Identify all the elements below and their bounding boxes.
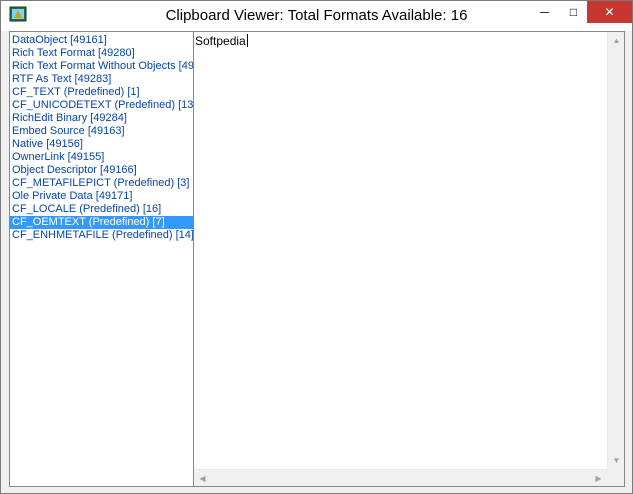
close-icon: ✕ — [604, 5, 615, 19]
format-list-item[interactable]: Object Descriptor [49166] — [10, 164, 193, 177]
minimize-icon: ─ — [540, 5, 549, 19]
maximize-button[interactable]: □ — [560, 1, 587, 23]
content-viewer[interactable]: Softpedia ▲ ▼ ◀ ▶ — [194, 31, 625, 487]
triangle-up-icon[interactable]: ▲ — [608, 32, 625, 49]
format-list-item[interactable]: Rich Text Format [49280] — [10, 47, 193, 60]
format-list[interactable]: DataObject [49161] Rich Text Format [4928… — [9, 31, 194, 487]
format-list-item[interactable]: OwnerLink [49155] — [10, 151, 193, 164]
format-list-item[interactable]: RTF As Text [49283] — [10, 73, 193, 86]
triangle-left-icon[interactable]: ◀ — [194, 470, 211, 487]
maximize-icon: □ — [569, 5, 578, 19]
format-list-item[interactable]: CF_TEXT (Predefined) [1] — [10, 86, 193, 99]
format-list-item[interactable]: CF_UNICODETEXT (Predefined) [13] — [10, 99, 193, 112]
format-list-item[interactable]: CF_LOCALE (Predefined) [16] — [10, 203, 193, 216]
format-list-item[interactable]: Embed Source [49163] — [10, 125, 193, 138]
title-bar[interactable]: Clipboard Viewer: Total Formats Availabl… — [1, 1, 632, 31]
format-list-item[interactable]: Ole Private Data [49171] — [10, 190, 193, 203]
format-list-item[interactable]: CF_ENHMETAFILE (Predefined) [14] — [10, 229, 193, 242]
clipboard-viewer-window: Clipboard Viewer: Total Formats Availabl… — [0, 0, 633, 494]
text-caret — [246, 34, 248, 47]
format-list-item[interactable]: DataObject [49161] — [10, 34, 193, 47]
format-list-item[interactable]: RichEdit Binary [49284] — [10, 112, 193, 125]
close-button[interactable]: ✕ — [587, 1, 632, 23]
clipboard-text[interactable]: Softpedia — [195, 34, 248, 48]
format-list-item[interactable]: CF_OEMTEXT (Predefined) [7] — [10, 216, 193, 229]
clipboard-text-value: Softpedia — [195, 34, 246, 48]
triangle-down-icon[interactable]: ▼ — [608, 452, 625, 469]
client-area: DataObject [49161] Rich Text Format [4928… — [9, 31, 625, 487]
triangle-right-icon[interactable]: ▶ — [590, 470, 607, 487]
format-list-item[interactable]: CF_METAFILEPICT (Predefined) [3] — [10, 177, 193, 190]
vertical-scrollbar[interactable]: ▲ ▼ — [607, 32, 624, 469]
minimize-button[interactable]: ─ — [531, 1, 558, 23]
size-grip[interactable] — [607, 469, 624, 486]
format-list-item[interactable]: Native [49156] — [10, 138, 193, 151]
format-list-item[interactable]: Rich Text Format Without Objects [49 — [10, 60, 193, 73]
horizontal-scrollbar[interactable]: ◀ ▶ — [194, 469, 607, 486]
